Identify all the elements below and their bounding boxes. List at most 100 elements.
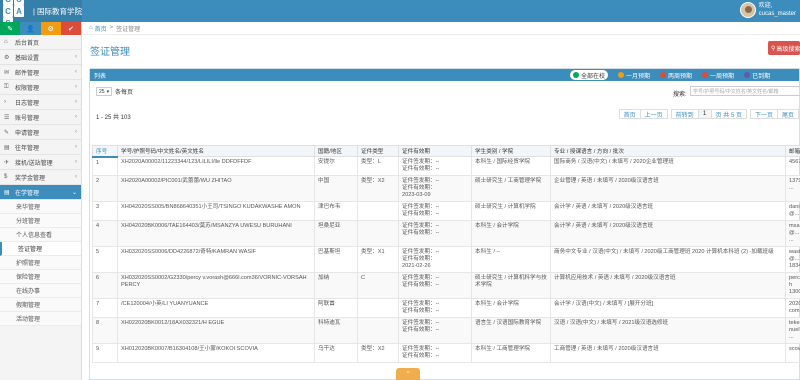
table-row[interactable]: 8 XH022020BK0012/18AX032321/H EGUE 科特迪瓦 证件签…	[92, 317, 800, 344]
filter-4[interactable]: 已到期	[744, 71, 770, 80]
table-row[interactable]: 7/CE120004/小英/LI YUANYUANCE 阿联酋 证件签发期：-- 证…	[92, 298, 800, 318]
table-cell: 类型：X2	[357, 343, 399, 363]
pagination-item-4[interactable]: 页 共 5 页	[710, 109, 747, 119]
filter-1[interactable]: 一月预期	[618, 71, 650, 80]
table-header-7[interactable]: 邮箱 / 手机	[785, 145, 800, 157]
table-row[interactable]: 3 XH042020SS005/BN868640351小王司/TSINGO KUD…	[92, 201, 800, 221]
quick-button-1[interactable]: ✎	[0, 22, 21, 35]
chevron-icon: ‹	[75, 69, 77, 75]
filter-0[interactable]: 全部在校	[570, 70, 609, 80]
chevron-icon: ‹	[75, 144, 77, 150]
table-header-1[interactable]: 学号/护照号码/中文姓名/英文姓名	[117, 145, 315, 157]
chevron-icon: ‹	[75, 159, 77, 165]
sidebar-item-open[interactable]: ▤ 在学管理 ⌄	[0, 185, 81, 200]
sidebar-item-4[interactable]: › 日志管理 ‹	[0, 95, 81, 110]
table-row[interactable]: 9 XH012020BK0007/B16304108/王小蒙/KOKOI SCOV…	[92, 343, 800, 363]
table-cell: 阿联酋	[314, 298, 358, 318]
table-row[interactable]: 5 XH032020SS0006/DD4226872/奇特/KAMRAN WASI…	[92, 246, 800, 273]
user-menu[interactable]: 欢迎, cucas_master	[739, 2, 796, 18]
table-cell	[357, 201, 399, 221]
table-row[interactable]: 1 XH2020A00002/11223344/123/LILILI/lle DD…	[92, 156, 800, 176]
sidebar-item-6[interactable]: ✎ 申请管理 ‹	[0, 125, 81, 140]
table-cell: 证件签发期：-- 证件有效期：--	[398, 272, 472, 299]
pagination-item-3[interactable]: 1	[697, 109, 712, 119]
sidebar-item-icon: ⌂	[4, 39, 8, 45]
table-cell: 本科生 / 会计学院	[471, 298, 551, 318]
sidebar-item-7[interactable]: ▤ 往年管理 ‹	[0, 140, 81, 155]
sidebar-item-label: 日志管理	[15, 100, 40, 107]
sidebar-item-1[interactable]: ⚙ 基础设置 ‹	[0, 50, 81, 65]
sidebar-item-2[interactable]: ✉ 邮件管理 ‹	[0, 65, 81, 80]
sidebar-item-8[interactable]: ✈ 接机/送站管理 ‹	[0, 155, 81, 170]
table-cell: XH012020BK0007/B16304108/王小蒙/KOKOI SCOVI…	[117, 343, 315, 363]
table-cell: 企业管理 / 英语 / 未填写 / 2020级汉语言班	[550, 175, 786, 202]
table-cell: 硕士研究生 / 计算机学院	[471, 201, 551, 221]
search-input[interactable]: 学号/护照号码/中文姓名/英文姓名/邮箱	[690, 86, 800, 96]
page-size-select[interactable]: 25 ▾	[96, 87, 112, 96]
quick-button-4[interactable]: ✔	[60, 22, 81, 35]
table-cell: 4	[92, 220, 118, 247]
collapse-toggle[interactable]: ⌃	[396, 368, 420, 380]
status-dot-icon	[660, 72, 667, 78]
pagination-item-0[interactable]: 首页	[618, 109, 641, 119]
sidebar-subitem-5[interactable]: 保险管理	[0, 270, 81, 284]
table-cell: 7	[92, 298, 118, 318]
sidebar-subitem-7[interactable]: 假期管理	[0, 298, 81, 312]
table-cell: 3	[92, 201, 118, 221]
filter-3[interactable]: 一周预期	[702, 71, 734, 80]
app-logo[interactable]: CUCAS | 国际教育学院	[0, 0, 82, 29]
sidebar-subitem-8[interactable]: 活动管理	[0, 312, 81, 326]
filter-2[interactable]: 两周预期	[660, 71, 692, 80]
pagination-item-6[interactable]: 尾页	[776, 109, 799, 119]
table-row[interactable]: 2 XH2020A00002/PIC001/武蕾蕾/WU ZHITAO 中国 类型：X…	[92, 175, 800, 202]
advanced-search-button[interactable]: ⚲ 高级搜索	[768, 41, 800, 55]
table-header-3[interactable]: 证件类型	[357, 145, 399, 157]
pagination-item-1[interactable]: 上一页	[639, 109, 668, 119]
sidebar-subitem-3[interactable]: 签证管理	[0, 242, 81, 256]
table-cell: 加纳	[314, 272, 358, 299]
sidebar-subitem-0[interactable]: 来华管理	[0, 200, 81, 214]
sidebar-item-icon: ⚿	[4, 83, 9, 90]
table-header-0[interactable]: 序号	[92, 145, 118, 158]
pagination: 首页 上一页 前转到 1 页 共 5 页下一页 尾页	[618, 109, 799, 119]
sidebar-subitem-1[interactable]: 分班管理	[0, 214, 81, 228]
user-name: cucas_master	[758, 11, 796, 17]
table-cell: 9	[92, 343, 118, 363]
sidebar-item-9[interactable]: $ 奖学金管理 ‹	[0, 170, 81, 185]
table-header-4[interactable]: 证件有效期	[398, 145, 472, 157]
sidebar-item-label: 后台首页	[15, 40, 40, 47]
table-cell: 本科生 / --	[471, 246, 551, 273]
table-header-5[interactable]: 学生类别 / 学院	[471, 145, 551, 157]
quick-button-3[interactable]: ⚙	[40, 22, 61, 35]
breadcrumb-home[interactable]: 首页	[95, 24, 107, 33]
sidebar-item-5[interactable]: ☰ 账号管理 ‹	[0, 110, 81, 125]
filter-label: 全部在校	[581, 73, 606, 80]
table-cell: 硕士研究生 / 工商管理学院	[471, 175, 551, 202]
sidebar-item-0[interactable]: ⌂ 后台首页	[0, 35, 81, 50]
chevron-up-icon: ⌃	[405, 371, 411, 378]
table-cell: XH032020SS0006/DD4226872/奇特/KAMRAN WASIF	[117, 246, 315, 273]
table-cell: 商务中文专业 / 汉语(中文) / 未填写 / 2020级工商管理班 2020 …	[550, 246, 786, 273]
pagination-item-2[interactable]: 前转到	[670, 109, 699, 119]
home-icon[interactable]: ⌂	[89, 25, 93, 31]
pagination-item-5[interactable]: 下一页	[749, 109, 778, 119]
quick-button-2[interactable]: 👤	[20, 22, 41, 35]
table-header-2[interactable]: 国籍/地区	[314, 145, 358, 157]
sidebar-subitem-4[interactable]: 护照管理	[0, 256, 81, 270]
chevron-icon: ‹	[75, 114, 77, 120]
table-cell	[357, 220, 399, 247]
chevron-down-icon: ▾	[106, 88, 110, 95]
table-row[interactable]: 4 XH042020BK0006/TAE164403/莫苏/MSANZYA UWE…	[92, 220, 800, 247]
sidebar-subitem-2[interactable]: 个人信息查看	[0, 228, 81, 242]
sidebar-subitem-6[interactable]: 在线办事	[0, 284, 81, 298]
table-cell: 津巴布韦	[314, 201, 358, 221]
table-row[interactable]: 6 XH032020SS0002/G2330/percy v.vorash@666…	[92, 272, 800, 299]
breadcrumb: ⌂ 首页 > 签证管理	[83, 22, 800, 35]
table-cell: 证件签发期：-- 证件有效期：--	[398, 317, 472, 344]
table-cell: 本科生 / 会计学院	[471, 220, 551, 247]
table-header-6[interactable]: 专业 / 授课语言 / 方向 / 批次	[550, 145, 786, 157]
search-label: 搜索:	[673, 92, 687, 98]
sidebar-item-icon: ✎	[4, 129, 10, 136]
chevron-icon: ‹	[75, 54, 77, 60]
sidebar-item-3[interactable]: ⚿ 权限管理 ‹	[0, 80, 81, 95]
